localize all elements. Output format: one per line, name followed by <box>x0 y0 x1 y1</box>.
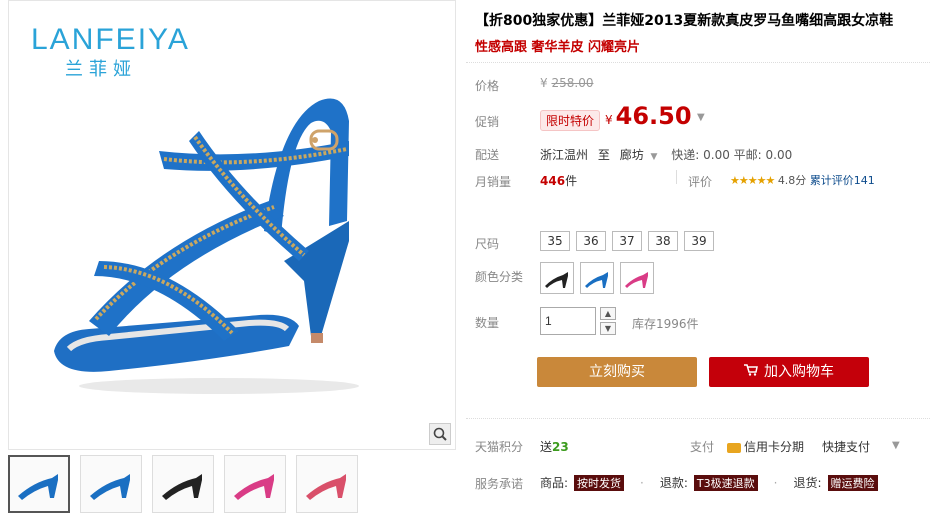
rating-score: 4.8分 <box>777 174 807 187</box>
payment-label: 支付 <box>690 440 715 454</box>
credit-card-installment[interactable]: 信用卡分期 <box>727 438 804 455</box>
quantity-decrease-icon[interactable]: ▼ <box>600 322 616 335</box>
thumbnail-sandal-icon <box>306 474 346 500</box>
sandal-swatch-icon <box>545 272 568 288</box>
brand-logo-en: LANFEIYA <box>31 23 190 56</box>
color-label: 颜色分类 <box>475 270 524 284</box>
rating-label: 评价 <box>688 175 713 189</box>
stock-count: 库存1996件 <box>632 317 699 331</box>
product-subtitle: 性感高跟 奢华羊皮 闪耀亮片 <box>475 40 641 55</box>
tmall-points: 送23 <box>540 440 569 454</box>
color-option-pink[interactable] <box>620 262 654 294</box>
delivery-to-word: 至 <box>597 148 610 162</box>
monthly-sales-label: 月销量 <box>475 175 512 189</box>
thumbnail-sandal-icon <box>90 474 130 500</box>
chevron-down-icon[interactable]: ▼ <box>697 112 705 123</box>
color-options <box>540 262 654 294</box>
size-option[interactable]: 39 <box>684 231 714 251</box>
service-item-label: 商品: <box>540 476 569 490</box>
promo-label: 促销 <box>475 115 500 129</box>
thumbnail-3[interactable] <box>152 455 214 513</box>
service-tag[interactable]: T3极速退款 <box>693 474 758 491</box>
quick-pay[interactable]: 快捷支付 <box>822 438 870 455</box>
star-icon: ★★★★★ <box>730 174 775 187</box>
size-option[interactable]: 37 <box>612 231 642 251</box>
product-image-sandal <box>54 98 359 394</box>
thumbnail-4[interactable] <box>224 455 286 513</box>
service-item-label: 退货: <box>793 476 822 490</box>
add-to-cart-button[interactable]: 加入购物车 <box>709 357 869 387</box>
thumbnail-5[interactable] <box>296 455 358 513</box>
size-option[interactable]: 38 <box>648 231 678 251</box>
tmall-points-label: 天猫积分 <box>475 440 524 454</box>
service-item-label: 退款: <box>659 476 688 490</box>
thumbnail-2[interactable] <box>80 455 142 513</box>
color-option-blue[interactable] <box>580 262 614 294</box>
credit-card-icon <box>727 442 741 453</box>
thumbnail-sandal-icon <box>234 474 274 500</box>
delivery-fees: 快递: 0.00 平邮: 0.00 <box>671 148 793 162</box>
separator-dot: · <box>640 475 644 490</box>
size-option[interactable]: 35 <box>540 231 570 251</box>
original-price: ¥ 258.00 <box>540 76 594 90</box>
chevron-down-icon[interactable]: ▼ <box>892 440 900 451</box>
promo-tag: 限时特价 <box>540 110 601 131</box>
size-option[interactable]: 36 <box>576 231 606 251</box>
thumbnail-1[interactable] <box>8 455 70 513</box>
price-label: 价格 <box>475 79 500 93</box>
cart-icon <box>744 357 758 387</box>
color-option-black[interactable] <box>540 262 574 294</box>
current-price: ¥46.50 <box>605 102 692 130</box>
service-tag[interactable]: 按时发货 <box>574 474 625 491</box>
chevron-down-icon[interactable]: ▼ <box>651 152 658 162</box>
quantity-input[interactable] <box>540 307 596 335</box>
service-tag[interactable]: 赠运费险 <box>827 474 878 491</box>
sandal-swatch-icon <box>585 272 608 288</box>
delivery-from: 浙江温州 <box>540 148 589 162</box>
delivery-to[interactable]: 廊坊 <box>620 148 644 162</box>
delivery-label: 配送 <box>475 148 500 162</box>
product-title: 【折800独家优惠】兰菲娅2013夏新款真皮罗马鱼嘴细高跟女凉鞋 <box>475 13 894 29</box>
size-label: 尺码 <box>475 237 500 251</box>
service-promises: 商品: 按时发货 · 退款: T3极速退款 · 退货: 赠运费险 <box>540 474 878 491</box>
zoom-icon[interactable] <box>429 423 451 445</box>
buy-now-button[interactable]: 立刻购买 <box>537 357 697 387</box>
quantity-increase-icon[interactable]: ▲ <box>600 307 616 320</box>
sandal-swatch-icon <box>625 272 648 288</box>
main-image-viewer[interactable]: LANFEIYA 兰菲娅 <box>8 0 456 450</box>
separator-dot: · <box>773 475 778 490</box>
extra-info-panel <box>466 418 930 520</box>
add-to-cart-label: 加入购物车 <box>764 364 834 380</box>
service-label: 服务承诺 <box>475 477 524 491</box>
quantity-label: 数量 <box>475 316 500 330</box>
size-options: 35 36 37 38 39 <box>540 231 714 251</box>
rating-count[interactable]: 累计评价141 <box>810 174 875 187</box>
thumbnail-sandal-icon <box>162 474 202 500</box>
thumbnail-strip <box>8 455 358 513</box>
divider <box>676 170 677 184</box>
rating-summary: ★★★★★ 4.8分 累计评价141 <box>730 172 875 188</box>
delivery-info[interactable]: 浙江温州 至 廊坊 ▼ 快递: 0.00 平邮: 0.00 <box>540 146 792 163</box>
thumbnail-sandal-icon <box>18 474 58 500</box>
monthly-sales: 446件 <box>540 174 578 188</box>
